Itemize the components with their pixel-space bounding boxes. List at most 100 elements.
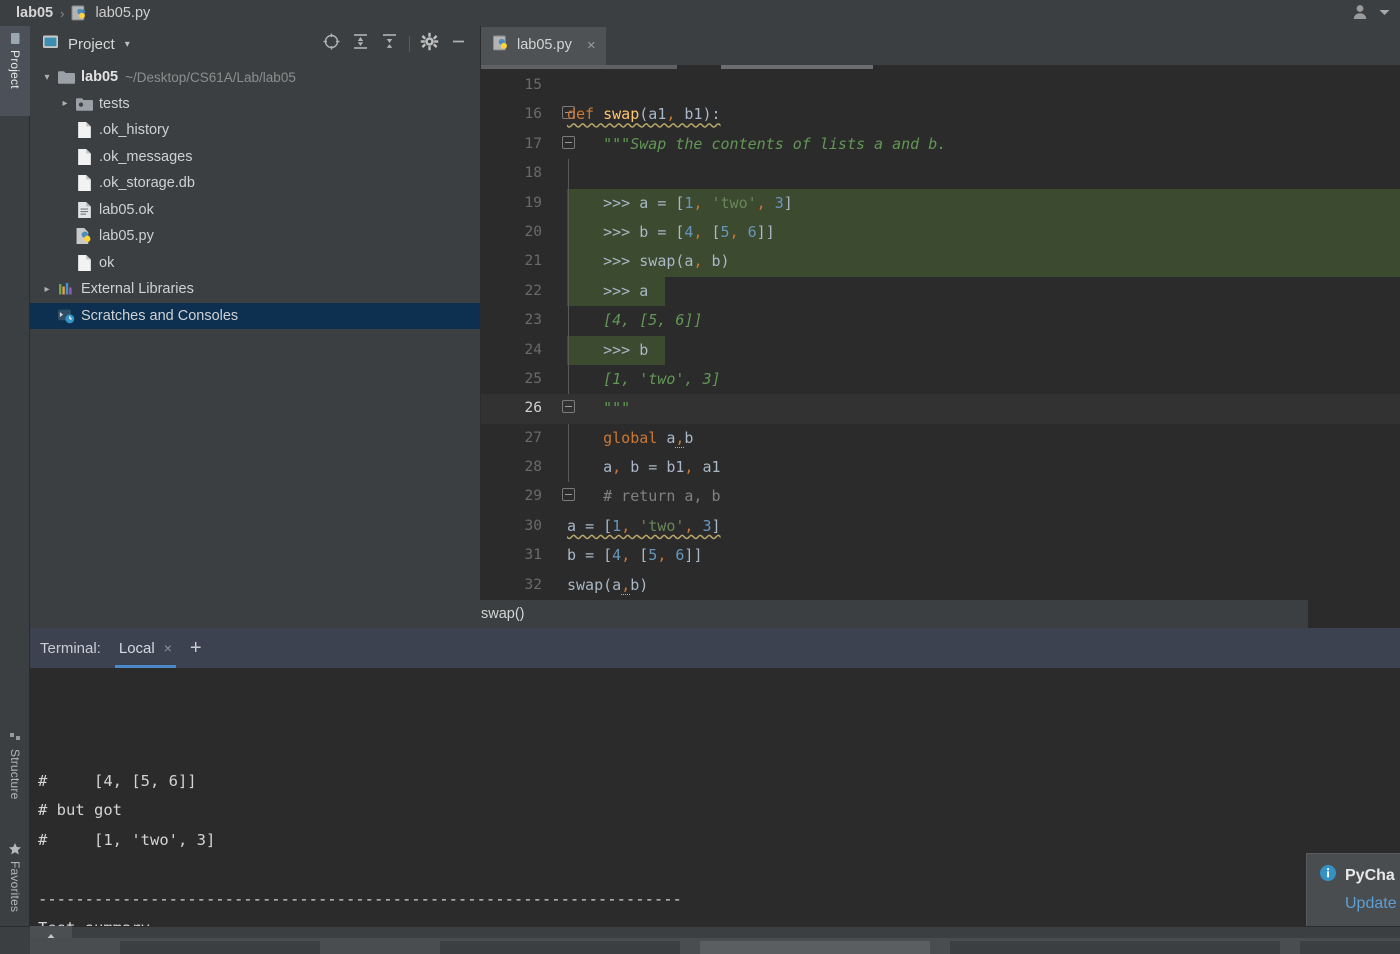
tree-indent-spacer: · [56, 178, 74, 189]
user-account-icon[interactable] [1352, 2, 1374, 25]
line-number[interactable]: 15 [481, 71, 553, 100]
sidebar-label-favorites: Favorites [8, 861, 22, 913]
chevron-down-icon[interactable]: ▾ [125, 39, 130, 50]
line-number[interactable]: 27 [481, 424, 553, 453]
sidebar-item-project[interactable]: Project [0, 26, 30, 116]
settings-gear-icon[interactable] [420, 32, 439, 56]
code-line[interactable]: 25 [1, 'two', 3] [481, 364, 1400, 395]
editor-breadcrumb-swap[interactable]: swap() [389, 600, 1308, 628]
breadcrumb-filename[interactable]: lab05.py [95, 5, 150, 21]
tree-item-ok-history[interactable]: · .ok_history [30, 117, 480, 144]
tree-item-path: ~/Desktop/CS61A/Lab/lab05 [125, 69, 296, 85]
code-line[interactable]: 32 swap(a,b) [481, 571, 1400, 600]
update-notification-popup[interactable]: PyCha Update [1306, 853, 1400, 931]
tree-item-ok-storage-db[interactable]: · .ok_storage.db [30, 170, 480, 197]
fold-gutter[interactable] [553, 159, 583, 189]
file-icon [74, 148, 94, 166]
line-number[interactable]: 22 [481, 277, 553, 306]
editor-tab-lab05py[interactable]: lab05.py × [481, 27, 606, 65]
code-line[interactable]: 30 a = [1, 'two', 3] [481, 512, 1400, 541]
tree-item-lab05-ok[interactable]: · lab05.ok [30, 197, 480, 224]
tree-item-external-libraries[interactable]: ▸ External Libraries [30, 276, 480, 303]
tree-item-ok[interactable]: · ok [30, 250, 480, 277]
tree-item-label: lab05.py [99, 228, 154, 245]
chevron-right-icon[interactable]: ▸ [56, 98, 74, 109]
sidebar-item-structure[interactable]: Structure [0, 726, 30, 818]
line-number[interactable]: 16 [481, 100, 553, 129]
tree-item-tests[interactable]: ▸ tests [30, 91, 480, 118]
text-file-icon [74, 201, 94, 219]
code-line[interactable]: 27 global a,b [481, 423, 1400, 454]
chevron-down-icon[interactable] [1377, 5, 1392, 22]
code-line[interactable]: 26 """ [481, 394, 1400, 424]
fold-region-line [568, 159, 569, 189]
tree-item-ok-messages[interactable]: · .ok_messages [30, 144, 480, 171]
code-line[interactable]: 18 [481, 159, 1400, 189]
sidebar-item-favorites[interactable]: Favorites [0, 836, 30, 936]
tree-item-lab05[interactable]: ▾ lab05 ~/Desktop/CS61A/Lab/lab05 [30, 64, 480, 91]
close-icon[interactable]: × [164, 640, 172, 656]
line-number[interactable]: 20 [481, 218, 553, 247]
code-line[interactable]: 28 a, b = b1, a1 [481, 453, 1400, 483]
chevron-down-icon[interactable]: ▾ [38, 72, 56, 83]
line-number[interactable]: 18 [481, 159, 553, 188]
code-text: """ [603, 399, 631, 418]
line-number[interactable]: 31 [481, 541, 553, 570]
fold-gutter[interactable] [553, 71, 583, 100]
line-number[interactable]: 26 [481, 394, 553, 423]
code-line[interactable]: 23 [4, [5, 6]] [481, 306, 1400, 336]
chevron-right-icon[interactable]: ▸ [38, 284, 56, 295]
line-number[interactable]: 32 [481, 571, 553, 600]
line-number[interactable]: 29 [481, 482, 553, 511]
breadcrumb-project[interactable]: lab05 [16, 5, 53, 21]
code-line[interactable]: 24 >>> b [481, 335, 1400, 365]
line-number[interactable]: 30 [481, 512, 553, 541]
code-line[interactable]: 16 def swap(a1, b1): [481, 100, 1400, 129]
collapse-all-icon[interactable] [380, 32, 399, 56]
code-line[interactable]: 29 # return a, b [481, 482, 1400, 511]
status-bar-item-2[interactable] [440, 941, 680, 954]
code-line[interactable]: 31 b = [4, [5, 6]] [481, 541, 1400, 570]
line-number[interactable]: 23 [481, 306, 553, 335]
code-line[interactable]: 19 >>> a = [1, 'two', 3] [481, 188, 1400, 218]
expand-all-icon[interactable] [351, 32, 370, 56]
line-number[interactable]: 17 [481, 130, 553, 159]
editor-tab-bar: lab05.py × [481, 26, 1400, 65]
locate-icon[interactable] [322, 32, 341, 56]
line-number[interactable]: 19 [481, 189, 553, 218]
scratches-icon [56, 307, 76, 325]
project-panel-actions [322, 32, 474, 56]
close-icon[interactable]: × [587, 37, 596, 54]
project-window-icon [42, 34, 60, 55]
line-number[interactable]: 21 [481, 247, 553, 276]
code-line[interactable]: 20 >>> b = [4, [5, 6]] [481, 217, 1400, 248]
code-text: >>> a [603, 281, 649, 300]
notification-update-link[interactable]: Update [1345, 895, 1400, 913]
project-tree[interactable]: ▾ lab05 ~/Desktop/CS61A/Lab/lab05 ▸ tests · .o… [30, 62, 480, 329]
scrollbar-thumb-left[interactable] [481, 65, 677, 69]
code-line[interactable]: 22 >>> a [481, 276, 1400, 307]
code-line[interactable]: 21 >>> swap(a, b) [481, 247, 1400, 277]
add-terminal-tab-button[interactable]: + [190, 638, 202, 658]
status-bar-item-active[interactable] [700, 941, 930, 954]
code-line[interactable]: 17 """Swap the contents of lists a and b… [481, 130, 1400, 159]
hide-panel-icon[interactable] [449, 32, 468, 56]
code-text: global a,b [603, 428, 694, 448]
terminal-tab-local[interactable]: Local × [114, 628, 176, 668]
line-number[interactable]: 24 [481, 336, 553, 365]
account-area[interactable] [1352, 0, 1392, 26]
terminal-output[interactable]: # [4, [5, 6]] # but got # [1, 'two', 3] --… [30, 668, 1400, 954]
line-number[interactable]: 28 [481, 453, 553, 482]
tree-item-lab05-py[interactable]: · lab05.py [30, 223, 480, 250]
file-icon [74, 121, 94, 139]
status-bar-item-1[interactable] [120, 941, 320, 954]
code-line[interactable]: 15 [481, 71, 1400, 100]
status-bar-item-3[interactable] [950, 941, 1280, 954]
scrollbar-thumb-right[interactable] [721, 65, 873, 69]
status-bar-item-4[interactable] [1300, 941, 1400, 954]
project-tool-window: Project ▾ ▾ lab05 ~/Desktop/CS61A/Lab/la… [30, 26, 481, 628]
code-editor[interactable]: 15 16 def swap(a1, b1): 17 """Swap the cont… [481, 71, 1400, 628]
tree-item-scratches-and-consoles[interactable]: · Scratches and Consoles [30, 302, 480, 329]
line-number[interactable]: 25 [481, 365, 553, 394]
sidebar-label-project: Project [8, 50, 22, 89]
